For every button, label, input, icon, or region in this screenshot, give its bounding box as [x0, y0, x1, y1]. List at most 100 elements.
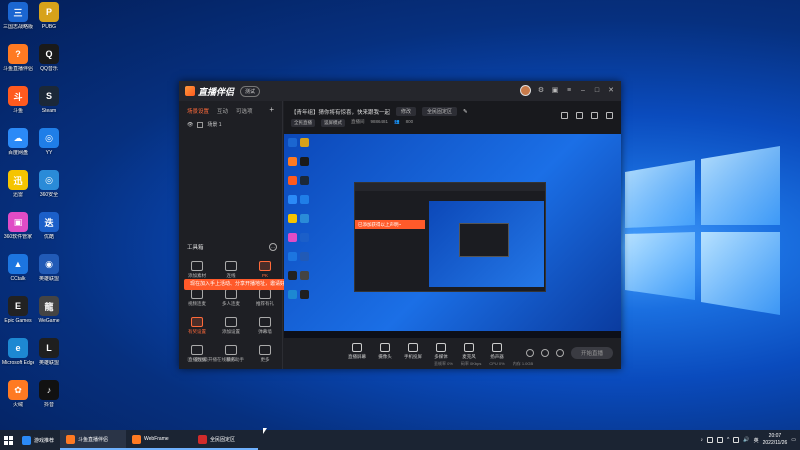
desktop-icon[interactable]: ◎ 360安全: [33, 170, 65, 198]
category-chip[interactable]: 全民固定区: [422, 107, 458, 116]
skin-icon[interactable]: ▣: [551, 87, 559, 95]
desktop-icon[interactable]: ◉ 英雄联盟: [33, 254, 65, 282]
desktop-icon[interactable]: L 英雄联盟: [33, 338, 65, 366]
scene-item[interactable]: 👁 场景 1: [179, 119, 282, 130]
live-companion-window: 直播伴侣 测试 ⚙ ▣ ≡ – □ ✕ 场景设置 互动 可选项 + 👁 场景 1…: [179, 81, 621, 369]
desktop-icon[interactable]: 迭优酷: [33, 212, 65, 240]
panel-footer[interactable]: ⓘ 企业级开播在线服务助手: [187, 357, 244, 363]
source-label: 摄像头: [378, 354, 392, 359]
toolbox-item[interactable]: 弹幕墙: [250, 317, 280, 335]
add-scene-icon[interactable]: +: [269, 106, 274, 115]
clock-icon[interactable]: [540, 349, 549, 357]
desktop-icon[interactable]: 斗斗鱼: [2, 86, 34, 114]
toolbox-item[interactable]: 推荐有礼: [250, 289, 280, 307]
desktop-icon[interactable]: ◎ YY: [33, 128, 65, 156]
toolbox-item[interactable]: 更多: [250, 345, 280, 363]
volume-icon[interactable]: 🔊: [743, 437, 749, 443]
toolbox-item[interactable]: 视频连麦: [182, 289, 212, 307]
desktop-app-icon: 迅: [8, 170, 28, 190]
maximize-icon[interactable]: □: [593, 87, 601, 95]
desktop-icon[interactable]: ▲ CCtalk: [2, 254, 34, 282]
minimize-icon[interactable]: –: [579, 87, 587, 95]
desktop-icon[interactable]: ✿ 火绒: [2, 380, 34, 408]
desktop-icon[interactable]: e Microsoft Edge: [2, 338, 34, 366]
edit-title-button[interactable]: 修改: [396, 107, 417, 116]
toolbox-item[interactable]: 添加设置: [216, 317, 246, 335]
source-button[interactable]: 多媒体: [428, 343, 454, 360]
desktop-icon-label: 抖音: [43, 402, 54, 408]
tray-icon[interactable]: [717, 437, 723, 443]
chevron-up-icon[interactable]: ^: [727, 437, 729, 443]
source-button[interactable]: 麦克风: [456, 343, 482, 360]
source-label: 麦克风: [462, 354, 476, 359]
tiktok-tray-icon[interactable]: ♪: [701, 437, 704, 443]
nested-title-bar: [355, 183, 545, 191]
notification-icon[interactable]: ▭: [791, 437, 796, 443]
desktop-icon[interactable]: E Epic Games: [2, 296, 34, 324]
tab-interact[interactable]: 互动: [217, 107, 228, 115]
input-method-indicator[interactable]: 英: [754, 437, 759, 444]
desktop-icon[interactable]: ▣ 360软件管家: [2, 212, 34, 240]
desktop-icon[interactable]: 龍 WeGame: [33, 296, 65, 324]
tag-chip[interactable]: 全民直播: [291, 119, 315, 127]
tool-icon: [259, 289, 271, 299]
network-icon[interactable]: [733, 437, 740, 443]
tab-scene[interactable]: 场景设置: [187, 107, 209, 115]
menu-icon[interactable]: ≡: [565, 87, 573, 95]
camera-icon[interactable]: [525, 349, 534, 357]
screen-icon[interactable]: [591, 112, 598, 119]
toolbox-item[interactable]: 添加素材: [182, 261, 212, 279]
desktop-app-icon: ▲: [8, 254, 28, 274]
settings-icon[interactable]: [555, 349, 564, 357]
toolbox-item[interactable]: 连线: [216, 261, 246, 279]
desktop-app-icon: 三: [8, 2, 28, 22]
tab-options[interactable]: 可选项: [236, 107, 253, 115]
share-icon[interactable]: [606, 112, 613, 119]
eye-icon[interactable]: 👁: [187, 122, 193, 128]
taskbar-item-webframe[interactable]: WebFrame: [126, 430, 193, 450]
desktop-app-icon: ☁: [8, 128, 28, 148]
source-button[interactable]: 直播屏幕: [344, 343, 370, 360]
desktop-app-icon: 斗: [8, 86, 28, 106]
desktop-icon[interactable]: P PUBG: [33, 2, 65, 30]
clock[interactable]: 20:07 2022/11/26: [763, 433, 788, 447]
close-icon[interactable]: ✕: [607, 87, 615, 95]
preview-taskbar: [284, 331, 621, 338]
toolbox-item[interactable]: 有奖设置: [182, 317, 212, 335]
cloud-icon: [22, 435, 31, 445]
tag-chip[interactable]: 竖屏模式: [321, 119, 345, 127]
toolbox-item[interactable]: 多人连麦: [216, 289, 246, 307]
taskbar-item-fixed-area[interactable]: 全民固定区: [192, 430, 259, 450]
bottom-toolbar: 直播屏幕 摄像头 手机投屏 多媒体 麦克风 扬声器 开始直播 丢帧率 0% 码率 0Kbp…: [284, 338, 621, 369]
source-button[interactable]: 摄像头: [372, 343, 398, 360]
taskbar-item-games[interactable]: 游戏推荐: [16, 430, 60, 450]
desktop-icon[interactable]: 迅迅雷: [2, 170, 34, 198]
start-button[interactable]: [0, 430, 16, 450]
desktop-icon[interactable]: S Steam: [33, 86, 65, 114]
desktop-icon[interactable]: ? 斗鱼直播伴侣: [2, 44, 34, 72]
stream-title[interactable]: 【青年组】猜你将有惊喜，快来跟我一起: [291, 108, 390, 116]
settings-icon[interactable]: ⚙: [537, 87, 545, 95]
edit-icon[interactable]: ✎: [463, 109, 468, 115]
bag-icon[interactable]: [576, 112, 583, 119]
version-badge[interactable]: 测试: [240, 85, 261, 97]
avatar[interactable]: [520, 85, 531, 96]
start-live-button[interactable]: 开始直播: [570, 347, 613, 359]
app-icon: [66, 434, 76, 444]
source-label: 扬声器: [490, 354, 504, 359]
info-icon[interactable]: …: [269, 243, 277, 251]
desktop-icon[interactable]: ☁ 百度网盘: [2, 128, 34, 156]
nested-preview: [429, 201, 544, 287]
desktop-icon[interactable]: ♪ 抖音: [33, 380, 65, 408]
taskbar-item-live-companion[interactable]: 斗鱼直播伴侣: [60, 430, 127, 450]
desktop-icon[interactable]: Q QQ音乐: [33, 44, 65, 72]
tray-icon[interactable]: [707, 437, 713, 443]
preview-canvas[interactable]: 已添加获得以上声明~: [284, 134, 621, 338]
source-button[interactable]: 扬声器: [484, 343, 510, 360]
desktop-icon[interactable]: 三三国志战略版: [2, 2, 34, 30]
desktop-icon-label: Steam: [41, 108, 57, 114]
toolbox-item[interactable]: PK: [250, 261, 280, 278]
scene-thumbnail-icon: [197, 121, 204, 128]
gift-icon[interactable]: [561, 112, 568, 119]
source-button[interactable]: 手机投屏: [400, 343, 426, 360]
